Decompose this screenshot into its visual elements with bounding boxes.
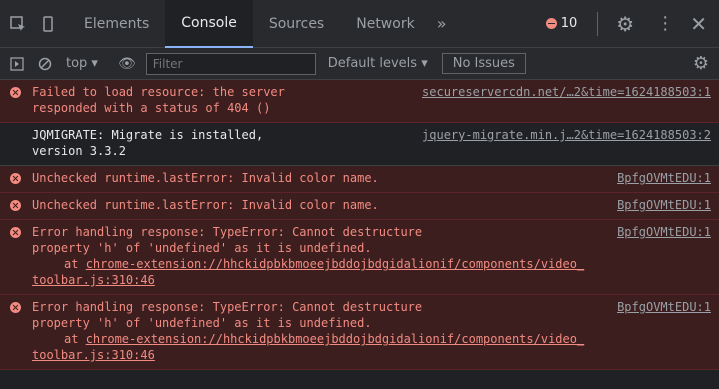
error-icon — [10, 87, 21, 98]
console-message-error: BpfgOVMtEDU:1 Error handling response: T… — [0, 220, 719, 295]
message-text: Failed to load resource: the server — [32, 85, 285, 99]
more-tabs-icon[interactable]: » — [437, 14, 447, 33]
context-selector[interactable]: top ▾ — [66, 56, 98, 71]
tab-console[interactable]: Console — [165, 0, 253, 48]
log-levels-dropdown[interactable]: Default levels ▾ — [328, 56, 428, 71]
more-options-icon[interactable]: ⋮ — [656, 13, 674, 34]
live-expression-eye-icon[interactable]: 👁 — [118, 56, 136, 72]
stack-trace-link[interactable]: chrome-extension://hhckidpbkbmoeejbddojb… — [86, 257, 585, 271]
error-icon — [10, 200, 21, 211]
message-text: Unchecked runtime.lastError: Invalid col… — [32, 171, 379, 185]
console-messages: secureservercdn.net/…2&time=1624188503:1… — [0, 80, 719, 370]
console-message-error: BpfgOVMtEDU:1 Error handling response: T… — [0, 295, 719, 370]
error-icon — [545, 18, 557, 29]
source-link[interactable]: BpfgOVMtEDU:1 — [617, 224, 711, 240]
stack-trace-link[interactable]: toolbar.js:310:46 — [32, 348, 155, 362]
error-count: 10 — [560, 16, 578, 31]
error-count-badge[interactable]: 10 — [545, 16, 578, 31]
source-link[interactable]: BpfgOVMtEDU:1 — [617, 197, 711, 213]
tab-network[interactable]: Network — [340, 0, 430, 48]
console-message-error: secureservercdn.net/…2&time=1624188503:1… — [0, 80, 719, 123]
message-text: Error handling response: TypeError: Cann… — [32, 225, 423, 239]
message-text: version 3.3.2 — [32, 144, 126, 158]
stack-at: at — [64, 332, 79, 346]
message-text: Unchecked runtime.lastError: Invalid col… — [32, 198, 379, 212]
message-text: responded with a status of 404 () — [32, 101, 271, 115]
message-text: property 'h' of 'undefined' as it is und… — [32, 316, 372, 330]
console-message-info: jquery-migrate.min.j…2&time=1624188503:2… — [0, 123, 719, 166]
filter-input[interactable] — [145, 52, 316, 75]
console-toolbar: top ▾ 👁 Default levels ▾ No Issues ⚙ — [0, 48, 719, 80]
stack-trace-link[interactable]: chrome-extension://hhckidpbkbmoeejbddojb… — [86, 332, 585, 346]
source-link[interactable]: jquery-migrate.min.j…2&time=1624188503:2 — [422, 127, 711, 143]
message-text: property 'h' of 'undefined' as it is und… — [32, 241, 372, 255]
settings-gear-icon[interactable]: ⚙ — [616, 12, 634, 36]
sidebar-toggle-icon[interactable] — [6, 53, 28, 75]
error-icon — [10, 302, 21, 313]
message-text: JQMIGRATE: Migrate is installed, — [32, 128, 264, 142]
source-link[interactable]: secureservercdn.net/…2&time=1624188503:1 — [422, 84, 711, 100]
close-icon[interactable]: ✕ — [690, 12, 707, 36]
stack-trace-link[interactable]: toolbar.js:310:46 — [32, 273, 155, 287]
tab-elements[interactable]: Elements — [68, 0, 165, 48]
source-link[interactable]: BpfgOVMtEDU:1 — [617, 170, 711, 186]
tab-sources[interactable]: Sources — [253, 0, 340, 48]
device-toolbar-icon[interactable] — [36, 12, 60, 36]
console-message-error: BpfgOVMtEDU:1 Unchecked runtime.lastErro… — [0, 166, 719, 193]
stack-at: at — [64, 257, 79, 271]
devtools-tabbar: Elements Console Sources Network » 10 ⚙ … — [0, 0, 719, 48]
issues-button[interactable]: No Issues — [441, 53, 526, 74]
message-text: Error handling response: TypeError: Cann… — [32, 300, 423, 314]
divider — [597, 11, 599, 36]
error-icon — [10, 173, 21, 184]
clear-console-icon[interactable] — [34, 53, 56, 75]
source-link[interactable]: BpfgOVMtEDU:1 — [617, 299, 711, 315]
console-message-error: BpfgOVMtEDU:1 Unchecked runtime.lastErro… — [0, 193, 719, 220]
console-settings-gear-icon[interactable]: ⚙ — [693, 53, 709, 74]
inspect-element-icon[interactable] — [6, 12, 30, 36]
error-icon — [10, 227, 21, 238]
